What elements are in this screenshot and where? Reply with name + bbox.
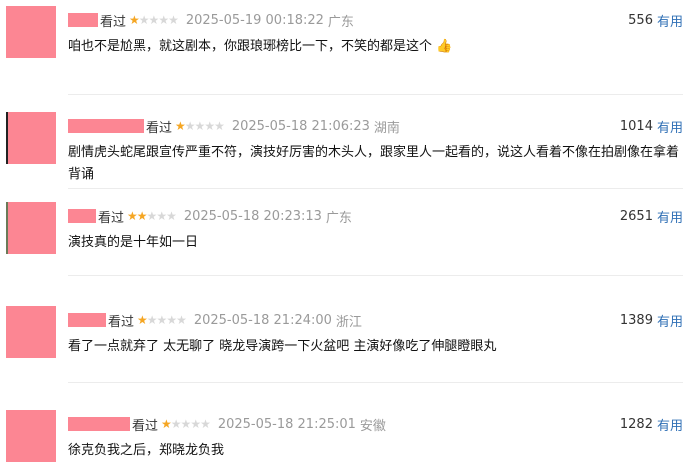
username[interactable]: [68, 119, 144, 133]
star-empty-icon: ★: [166, 313, 177, 327]
comment-text: 咱也不是尬黑，就这剧本，你跟琅琊榜比一下，不笑的都是这个 👍: [68, 36, 688, 58]
rating-stars: ★ ★ ★ ★ ★: [127, 209, 177, 223]
comment-time: 2025-05-18 21:24:00: [193, 312, 332, 328]
star-empty-icon: ★: [214, 119, 225, 133]
comment-text-content: 咱也不是尬黑，就这剧本，你跟琅琊榜比一下，不笑的都是这个: [68, 39, 433, 54]
divider: [68, 382, 683, 383]
comment-text: 徐克负我之后，郑晓龙负我: [68, 440, 688, 462]
star-filled-icon: ★: [129, 13, 140, 27]
star-empty-icon: ★: [184, 119, 196, 133]
star-empty-icon: ★: [156, 313, 168, 327]
comment-meta: 看过 ★ ★ ★ ★ ★ 2025-05-18 21:25:01 安徽: [68, 414, 386, 434]
username[interactable]: [68, 417, 130, 431]
star-empty-icon: ★: [158, 13, 169, 27]
vote-count: 1014: [619, 118, 653, 134]
star-empty-icon: ★: [180, 417, 192, 431]
star-empty-icon: ★: [204, 119, 215, 133]
comment-text-content: 剧情虎头蛇尾跟宣传严重不符，演技好厉害的木头人，跟家里人一起看的，说这人看着不像…: [68, 145, 680, 182]
rating-stars: ★ ★ ★ ★ ★: [175, 119, 225, 133]
avatar[interactable]: [6, 306, 56, 358]
comment-location: 广东: [325, 210, 352, 226]
watch-status: 看过: [100, 14, 127, 30]
comment-meta: 看过 ★ ★ ★ ★ ★ 2025-05-18 21:06:23 湖南: [68, 116, 400, 136]
comment-time: 2025-05-18 21:06:23: [231, 118, 370, 134]
star-empty-icon: ★: [176, 313, 187, 327]
vote-area: 1014 有用: [620, 116, 683, 136]
useful-button[interactable]: 有用: [657, 415, 683, 434]
rating-stars: ★ ★ ★ ★ ★: [129, 13, 179, 27]
avatar[interactable]: [6, 6, 56, 58]
divider: [68, 94, 683, 95]
comment-text-content: 演技真的是十年如一日: [68, 235, 199, 250]
vote-area: 1282 有用: [620, 414, 683, 434]
rating-stars: ★ ★ ★ ★ ★: [137, 313, 187, 327]
username[interactable]: [68, 209, 96, 223]
username[interactable]: [68, 13, 98, 27]
comment-time: 2025-05-19 00:18:22: [185, 12, 324, 28]
username[interactable]: [68, 313, 106, 327]
comment-time: 2025-05-18 21:25:01: [217, 416, 356, 432]
star-empty-icon: ★: [148, 13, 160, 27]
comment-location: 安徽: [359, 418, 386, 434]
vote-area: 556 有用: [628, 10, 683, 30]
watch-status: 看过: [132, 418, 159, 434]
comment-text: 看了一点就弃了 太无聊了 晓龙导演跨一下火盆吧 主演好像吃了伸腿瞪眼丸: [68, 336, 688, 358]
star-empty-icon: ★: [138, 13, 150, 27]
watch-status: 看过: [146, 120, 173, 136]
vote-count: 1282: [619, 416, 653, 432]
star-empty-icon: ★: [146, 209, 158, 223]
comment-time: 2025-05-18 20:23:13: [183, 208, 322, 224]
vote-count: 2651: [619, 208, 653, 224]
comment-location: 湖南: [373, 120, 400, 136]
star-empty-icon: ★: [168, 13, 179, 27]
useful-button[interactable]: 有用: [657, 207, 683, 226]
star-empty-icon: ★: [170, 417, 182, 431]
comment-meta: 看过 ★ ★ ★ ★ ★ 2025-05-18 21:24:00 浙江: [68, 310, 362, 330]
thumbs-up-icon: 👍: [436, 39, 453, 54]
avatar[interactable]: [6, 410, 56, 462]
vote-area: 2651 有用: [620, 206, 683, 226]
comment-location: 广东: [327, 14, 354, 30]
useful-button[interactable]: 有用: [657, 311, 683, 330]
divider: [68, 188, 683, 189]
watch-status: 看过: [108, 314, 135, 330]
useful-button[interactable]: 有用: [657, 117, 683, 136]
star-empty-icon: ★: [146, 313, 158, 327]
vote-count: 1389: [619, 312, 653, 328]
star-empty-icon: ★: [156, 209, 167, 223]
star-filled-icon: ★: [127, 209, 138, 223]
useful-button[interactable]: 有用: [657, 11, 683, 30]
star-filled-icon: ★: [137, 313, 148, 327]
comment-text-content: 看了一点就弃了 太无聊了 晓龙导演跨一下火盆吧 主演好像吃了伸腿瞪眼丸: [68, 339, 497, 354]
star-empty-icon: ★: [194, 119, 206, 133]
star-empty-icon: ★: [200, 417, 211, 431]
comment-location: 浙江: [335, 314, 362, 330]
vote-count: 556: [628, 12, 653, 28]
comment-meta: 看过 ★ ★ ★ ★ ★ 2025-05-18 20:23:13 广东: [68, 206, 352, 226]
comment-text-content: 徐克负我之后，郑晓龙负我: [68, 443, 225, 458]
star-filled-icon: ★: [136, 209, 148, 223]
divider: [68, 275, 683, 276]
avatar[interactable]: [6, 202, 56, 254]
star-filled-icon: ★: [175, 119, 186, 133]
comment-text: 演技真的是十年如一日: [68, 232, 688, 254]
watch-status: 看过: [98, 210, 125, 226]
rating-stars: ★ ★ ★ ★ ★: [161, 417, 211, 431]
star-empty-icon: ★: [190, 417, 201, 431]
star-filled-icon: ★: [161, 417, 172, 431]
vote-area: 1389 有用: [620, 310, 683, 330]
star-empty-icon: ★: [166, 209, 177, 223]
comment-meta: 看过 ★ ★ ★ ★ ★ 2025-05-19 00:18:22 广东: [68, 10, 354, 30]
comment-text: 剧情虎头蛇尾跟宣传严重不符，演技好厉害的木头人，跟家里人一起看的，说这人看着不像…: [68, 142, 688, 186]
avatar[interactable]: [6, 112, 56, 164]
